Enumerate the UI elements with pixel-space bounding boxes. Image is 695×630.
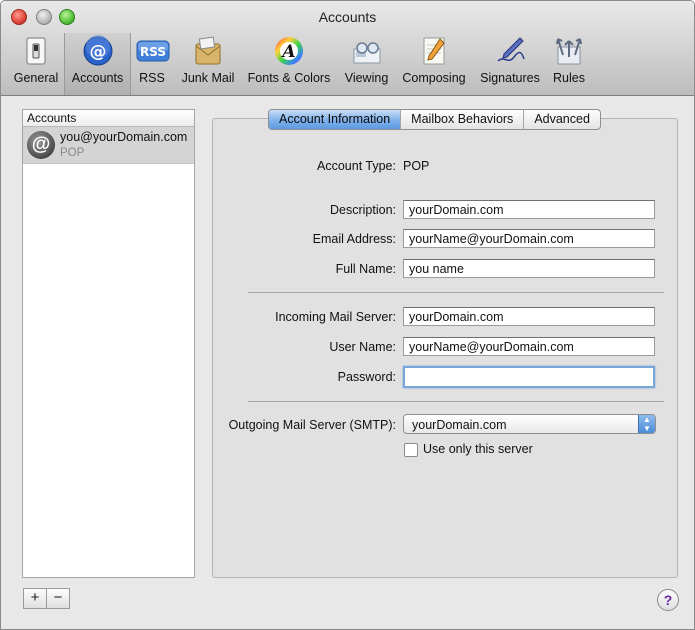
accounts-list-header: Accounts (23, 110, 194, 127)
toolbar-accounts[interactable]: @ Accounts (64, 33, 131, 95)
glasses-icon (351, 35, 383, 67)
preferences-window: Accounts General @ Accounts RSS RSS Junk… (0, 0, 695, 630)
accounts-list: Accounts @ you@yourDomain.com POP (22, 109, 195, 578)
incoming-server-field[interactable]: yourDomain.com (403, 307, 655, 326)
account-row[interactable]: @ you@yourDomain.com POP (23, 127, 194, 164)
toolbar-label: Accounts (71, 71, 124, 85)
incoming-server-label: Incoming Mail Server: (275, 310, 396, 324)
account-name: you@yourDomain.com (60, 130, 188, 144)
account-type: POP (60, 147, 85, 159)
toolbar-label: General (13, 71, 59, 85)
rss-icon: RSS (136, 35, 170, 67)
svg-text:A: A (280, 42, 295, 62)
pen-signature-icon (494, 35, 526, 67)
svg-text:RSS: RSS (140, 45, 166, 59)
email-address-field[interactable]: yourName@yourDomain.com (403, 229, 655, 248)
smtp-server-value: yourDomain.com (412, 418, 507, 432)
account-type-label: Account Type: (317, 159, 396, 173)
svg-text:@: @ (89, 42, 106, 62)
tab-advanced[interactable]: Advanced (524, 110, 600, 129)
use-only-this-server-checkbox[interactable] (404, 443, 418, 457)
description-field[interactable]: yourDomain.com (403, 200, 655, 219)
toolbar-viewing[interactable]: Viewing (339, 35, 394, 91)
preferences-content: Accounts @ you@yourDomain.com POP + − Ac… (1, 96, 694, 629)
add-account-button[interactable]: + (23, 588, 47, 609)
tab-account-information[interactable]: Account Information (269, 110, 402, 129)
user-name-field[interactable]: yourName@yourDomain.com (403, 337, 655, 356)
password-field[interactable] (403, 366, 655, 388)
toolbar-composing[interactable]: Composing (398, 35, 470, 91)
remove-account-button[interactable]: − (46, 588, 70, 609)
toolbar-label: Rules (553, 71, 585, 85)
toolbar-signatures[interactable]: Signatures (475, 35, 545, 91)
full-name-field[interactable]: you name (403, 259, 655, 278)
smtp-label: Outgoing Mail Server (SMTP): (228, 418, 396, 432)
email-address-label: Email Address: (312, 232, 396, 246)
light-switch-icon (20, 35, 52, 67)
chevron-updown-icon: ▲ ▼ (638, 415, 655, 433)
divider (248, 292, 664, 293)
toolbar-label: RSS (139, 71, 165, 85)
user-name-label: User Name: (329, 340, 396, 354)
password-label: Password: (337, 370, 396, 384)
fonts-colors-icon: A (273, 35, 305, 67)
toolbar-junk-mail[interactable]: Junk Mail (177, 35, 239, 91)
window-title: Accounts (318, 9, 377, 25)
help-button[interactable]: ? (657, 589, 679, 611)
use-only-this-server-label[interactable]: Use only this server (423, 442, 533, 456)
at-sign-icon: @ (82, 35, 114, 67)
toolbar-rss[interactable]: RSS RSS (131, 35, 173, 91)
junk-mail-icon (192, 35, 224, 67)
smtp-server-select[interactable]: yourDomain.com ▲ ▼ (403, 414, 656, 434)
toolbar-label: Fonts & Colors (247, 71, 331, 85)
notepad-pencil-icon (418, 35, 450, 67)
settings-tabs: Account Information Mailbox Behaviors Ad… (268, 109, 601, 130)
toolbar-label: Composing (402, 71, 466, 85)
titlebar: Accounts General @ Accounts RSS RSS Junk… (1, 1, 694, 96)
rules-arrows-icon (553, 35, 585, 67)
account-type-value: POP (403, 159, 430, 173)
toolbar-label: Viewing (344, 71, 389, 85)
toolbar-general[interactable]: General (9, 35, 63, 91)
toolbar-label: Signatures (480, 71, 540, 85)
full-name-label: Full Name: (335, 262, 396, 276)
toolbar-label: Junk Mail (181, 71, 235, 85)
tab-mailbox-behaviors[interactable]: Mailbox Behaviors (401, 110, 525, 129)
account-at-icon: @ (27, 131, 55, 159)
toolbar-rules[interactable]: Rules (548, 35, 590, 91)
description-label: Description: (330, 203, 396, 217)
divider (248, 401, 664, 402)
toolbar-fonts-colors[interactable]: A Fonts & Colors (243, 35, 335, 91)
